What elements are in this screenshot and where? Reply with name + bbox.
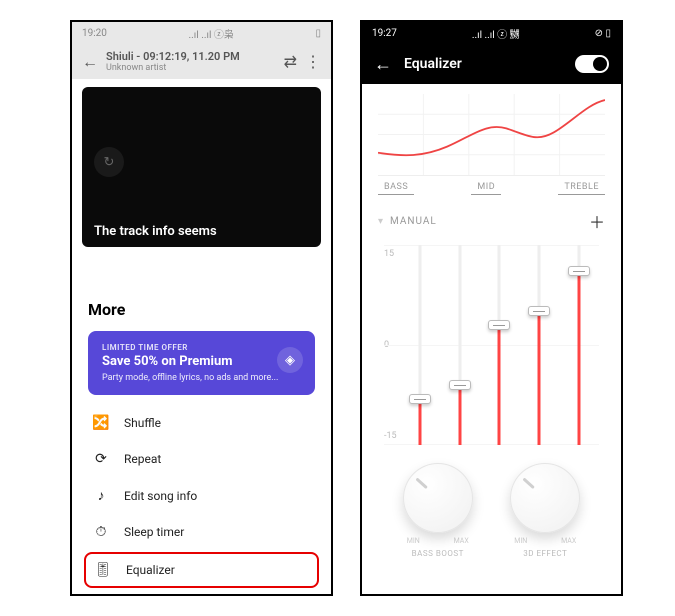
- refresh-icon[interactable]: ↻: [94, 147, 124, 177]
- phone-right: 19:27 ..ıl ..ıl ⓩ 嬲 ⊘ ▯ ← Equalizer BASS…: [360, 20, 623, 596]
- back-arrow-icon[interactable]: ←: [374, 54, 392, 75]
- battery-icon: ⊘ ▯: [595, 28, 611, 39]
- menu-label: Equalizer: [126, 563, 175, 577]
- promo-card[interactable]: LIMITED TIME OFFER Save 50% on Premium P…: [88, 331, 315, 395]
- battery-icon: ▯: [315, 28, 321, 39]
- band-bass[interactable]: BASS: [378, 182, 414, 195]
- eq-slider-3[interactable]: [480, 245, 520, 445]
- status-bar: 19:20 ..ıl ..ıl ⓩ枭 ▯: [72, 22, 331, 44]
- knob-label-bass: BASS BOOST: [403, 549, 473, 558]
- bass-boost-knob[interactable]: [403, 463, 473, 533]
- menu-label: Repeat: [124, 452, 161, 466]
- preset-label[interactable]: ▾MANUAL: [378, 216, 437, 227]
- status-icons: ..ıl ..ıl ⓩ枭: [189, 26, 234, 41]
- queue-icon[interactable]: ⇄: [284, 52, 297, 71]
- note-icon: ♪: [92, 487, 110, 504]
- diamond-icon: ◈: [277, 347, 303, 373]
- preset-row: ▾MANUAL ＋: [378, 209, 605, 233]
- more-icon[interactable]: ⋮: [305, 52, 321, 71]
- menu-sleep-timer[interactable]: ⏱ Sleep timer: [88, 514, 315, 550]
- repeat-icon: ⟳: [92, 451, 110, 467]
- now-playing-bar: ← Shiuli - 09:12:19, 11.20 PM Unknown ar…: [72, 44, 331, 79]
- band-mid[interactable]: MID: [471, 182, 501, 195]
- eq-slider-4[interactable]: [519, 245, 559, 445]
- status-time: 19:27: [372, 28, 397, 39]
- menu-label: Sleep timer: [124, 525, 184, 539]
- menu-label: Edit song info: [124, 489, 197, 503]
- menu-edit-info[interactable]: ♪ Edit song info: [88, 477, 315, 514]
- more-sheet: More LIMITED TIME OFFER Save 50% on Prem…: [72, 282, 331, 594]
- menu-equalizer[interactable]: 🎚 Equalizer: [84, 552, 319, 588]
- menu-shuffle[interactable]: 🔀 Shuffle: [88, 405, 315, 441]
- page-title: Equalizer: [404, 56, 563, 72]
- eq-slider-5[interactable]: [559, 245, 599, 445]
- equalizer-icon: 🎚: [94, 562, 112, 578]
- album-art: ↻ The track info seems: [82, 87, 321, 247]
- status-time: 19:20: [82, 28, 107, 39]
- art-message: The track info seems: [94, 224, 217, 239]
- status-bar: 19:27 ..ıl ..ıl ⓩ 嬲 ⊘ ▯: [362, 22, 621, 44]
- track-title: Shiuli - 09:12:19, 11.20 PM: [106, 50, 276, 63]
- shuffle-icon: 🔀: [92, 415, 110, 431]
- band-treble[interactable]: TREBLE: [558, 182, 605, 195]
- track-artist: Unknown artist: [106, 63, 276, 73]
- promo-headline: Save 50% on Premium: [102, 354, 301, 369]
- menu-label: Shuffle: [124, 416, 161, 430]
- eq-header: ← Equalizer: [362, 44, 621, 84]
- sheet-title: More: [88, 300, 315, 319]
- back-arrow-icon[interactable]: ←: [82, 52, 98, 72]
- knob-label-3d: 3D EFFECT: [510, 549, 580, 558]
- promo-sub: Party mode, offline lyrics, no ads and m…: [102, 373, 301, 383]
- eq-slider-2[interactable]: [440, 245, 480, 445]
- enable-toggle[interactable]: [575, 55, 609, 73]
- band-labels: BASS MID TREBLE: [378, 182, 605, 195]
- promo-tag: LIMITED TIME OFFER: [102, 343, 301, 352]
- eq-slider-1[interactable]: [400, 245, 440, 445]
- eq-curve-chart: [378, 94, 605, 176]
- status-icons: ..ıl ..ıl ⓩ 嬲: [472, 26, 520, 41]
- timer-icon: ⏱: [92, 524, 110, 540]
- 3d-effect-knob[interactable]: [510, 463, 580, 533]
- menu-repeat[interactable]: ⟳ Repeat: [88, 441, 315, 477]
- slider-axis: 150-15: [384, 245, 400, 445]
- knobs-row: MINMAX BASS BOOST MINMAX 3D EFFECT: [378, 463, 605, 558]
- phone-left: 19:20 ..ıl ..ıl ⓩ枭 ▯ ← Shiuli - 09:12:19…: [70, 20, 333, 596]
- add-preset-icon[interactable]: ＋: [589, 209, 605, 233]
- eq-body: BASS MID TREBLE ▾MANUAL ＋ 150-15 MINMAX …: [362, 84, 621, 568]
- eq-sliders: 150-15: [384, 245, 599, 445]
